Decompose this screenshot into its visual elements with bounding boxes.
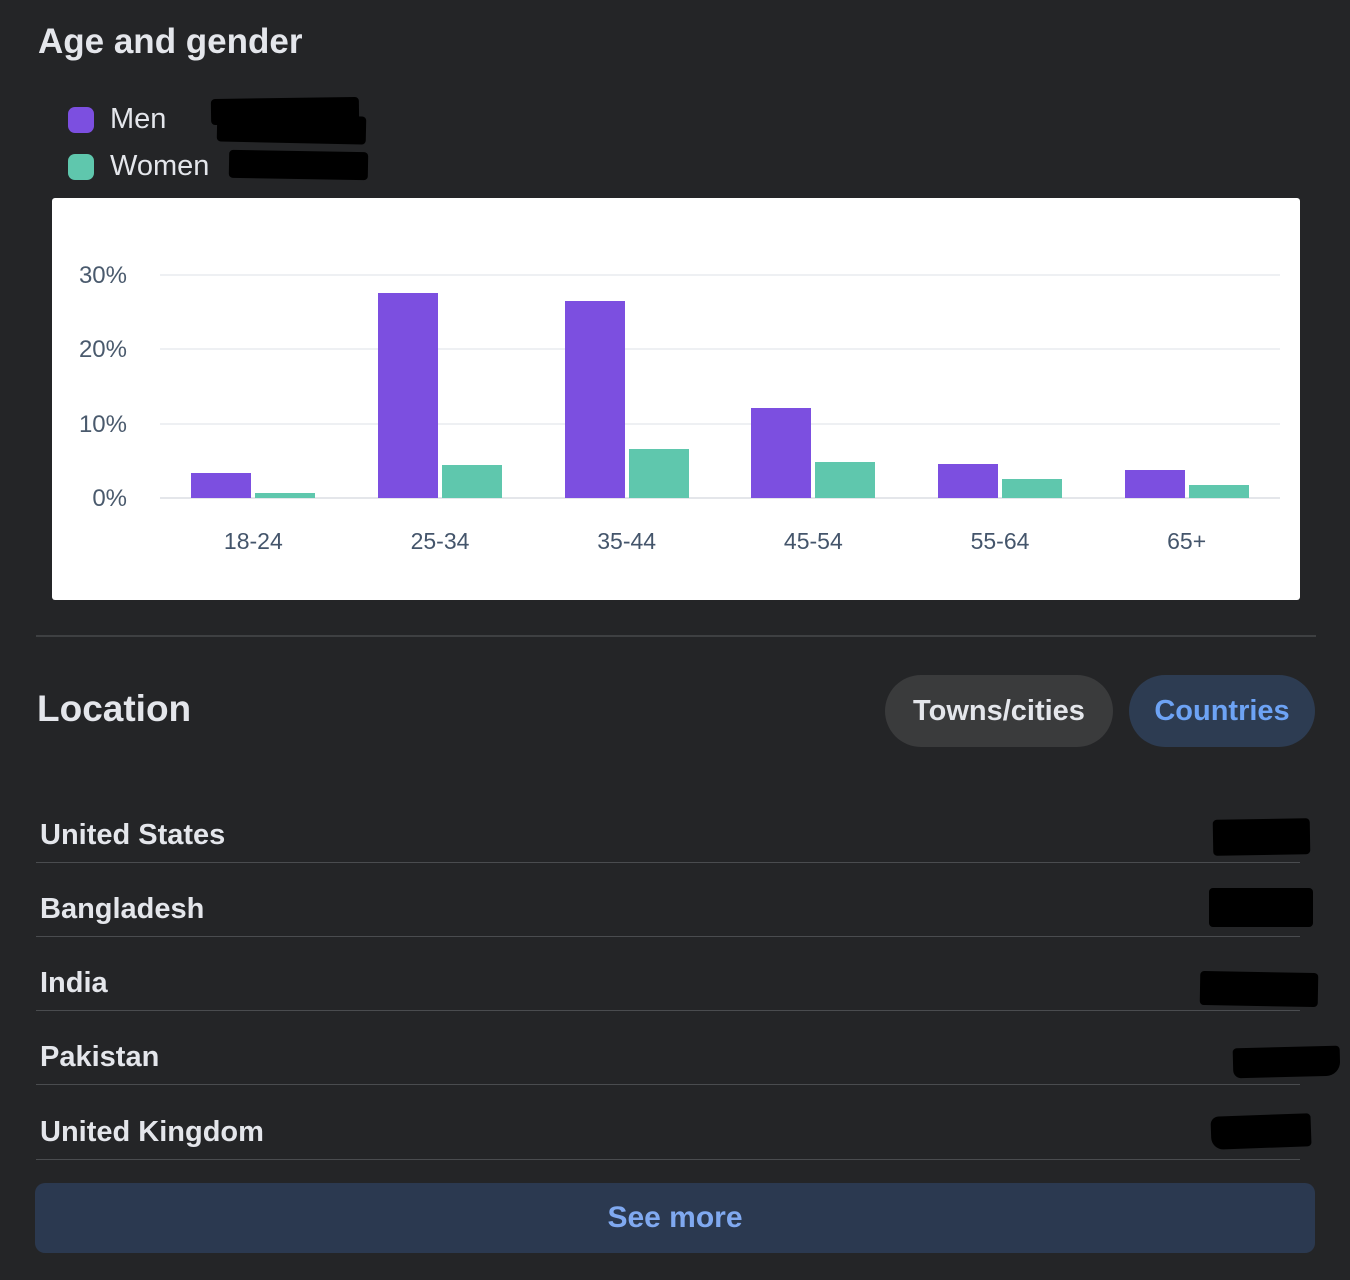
gridline-20 [160,348,1280,350]
bar-men-18-24 [191,473,251,498]
bar-women-25-34 [442,465,502,498]
gridline-0 [160,497,1280,499]
x-axis-tick-label: 35-44 [557,528,697,555]
section-divider [36,635,1316,637]
country-name: United Kingdom [40,1116,264,1149]
countries-toggle-button[interactable]: Countries [1129,675,1315,747]
country-row: India [36,951,1300,1011]
bar-men-45-54 [751,408,811,498]
age-gender-heading: Age and gender [38,22,302,62]
bar-men-55-64 [938,464,998,498]
chart-panel: 0% 10% 20% 30% 18-24 25-34 35-44 45-54 55-64 65+ [52,198,1300,600]
see-more-button[interactable]: See more [35,1183,1315,1253]
country-name: Pakistan [40,1041,159,1074]
bar-women-65+ [1189,485,1249,498]
y-axis-tick-label: 20% [52,337,127,363]
y-axis-tick-label: 30% [52,263,127,289]
bar-women-35-44 [629,449,689,498]
bar-men-35-44 [565,301,625,498]
towns-cities-toggle-button[interactable]: Towns/cities [885,675,1113,747]
country-row: United States [36,803,1300,863]
country-row: Pakistan [36,1025,1300,1085]
redacted-men-value [217,113,367,144]
bar-women-18-24 [255,493,315,498]
bar-men-25-34 [378,293,438,498]
country-name: United States [40,819,225,852]
gridline-10 [160,423,1280,425]
plot-area [160,198,1280,499]
women-color-swatch-icon [68,154,94,180]
redacted-country-value [1210,1113,1311,1149]
redacted-country-value [1233,1046,1341,1079]
location-heading: Location [37,688,191,730]
x-axis-tick-label: 55-64 [930,528,1070,555]
y-axis-tick-label: 10% [52,412,127,438]
country-name: Bangladesh [40,893,204,926]
gridline-30 [160,274,1280,276]
x-axis-tick-label: 45-54 [743,528,883,555]
country-name: India [40,967,108,1000]
redacted-country-value [1209,888,1313,927]
bar-men-65+ [1125,470,1185,498]
legend-item-women: Women [68,150,209,183]
redacted-women-value [229,150,368,180]
country-row: Bangladesh [36,877,1300,937]
x-axis-tick-label: 25-34 [370,528,510,555]
redacted-country-value [1213,818,1311,856]
redacted-country-value [1200,971,1319,1007]
bar-women-55-64 [1002,479,1062,498]
x-axis-tick-label: 18-24 [183,528,323,555]
legend-label-men: Men [110,103,166,136]
legend-label-women: Women [110,150,209,183]
bar-women-45-54 [815,462,875,498]
men-color-swatch-icon [68,107,94,133]
legend-item-men: Men [68,103,166,136]
country-row: United Kingdom [36,1100,1300,1160]
y-axis-tick-label: 0% [52,486,127,512]
x-axis-tick-label: 65+ [1117,528,1257,555]
